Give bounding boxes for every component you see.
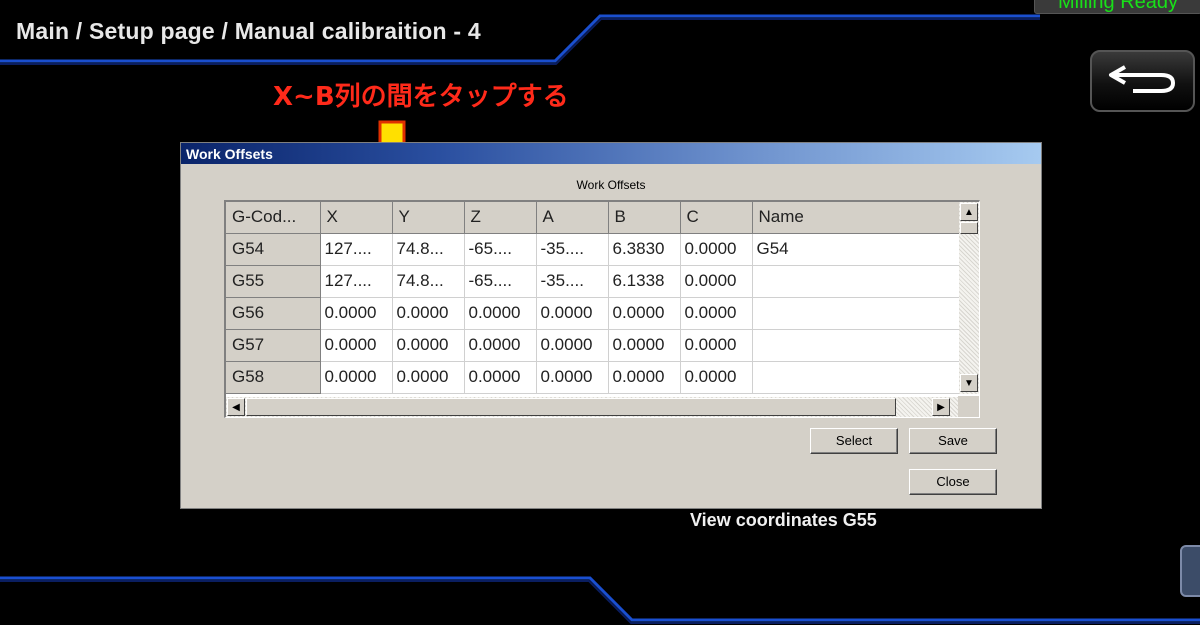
table-cell[interactable]: G54 — [752, 233, 960, 266]
table-cell[interactable]: -35.... — [536, 233, 609, 266]
table-cell[interactable]: 0.0000 — [680, 297, 753, 330]
table-cell[interactable]: 74.8... — [392, 265, 465, 298]
row-header[interactable]: G54 — [226, 233, 321, 266]
table-cell[interactable]: 127.... — [320, 233, 393, 266]
breadcrumb: Main / Setup page / Manual calibraition … — [16, 18, 481, 44]
annotation-text: X~B列の間をタップする — [273, 82, 569, 112]
row-header[interactable]: G55 — [226, 265, 321, 298]
table-cell[interactable]: 74.8... — [392, 233, 465, 266]
column-header-y[interactable]: Y — [392, 202, 465, 234]
table-row[interactable]: G58 0.0000 0.0000 0.0000 0.0000 0.0000 0… — [226, 361, 960, 394]
scrollbar-corner — [958, 396, 979, 417]
column-header-b[interactable]: B — [608, 202, 681, 234]
column-header-a[interactable]: A — [536, 202, 609, 234]
horizontal-scrollbar[interactable]: ◀ ▶ — [226, 397, 959, 417]
select-button[interactable]: Select — [810, 428, 898, 454]
table-cell[interactable]: 0.0000 — [608, 361, 681, 394]
triangle-down-icon: ▼ — [964, 377, 974, 389]
table-cell[interactable]: 0.0000 — [680, 329, 753, 362]
scroll-right-button[interactable]: ▶ — [932, 398, 950, 416]
table-cell[interactable]: 0.0000 — [320, 297, 393, 330]
table-row[interactable]: G56 0.0000 0.0000 0.0000 0.0000 0.0000 0… — [226, 297, 960, 330]
table-cell[interactable] — [752, 265, 960, 298]
header-row: G-Cod... X Y Z A B C Name — [226, 202, 960, 234]
vertical-scroll-thumb[interactable] — [960, 222, 978, 234]
scroll-left-button[interactable]: ◀ — [227, 398, 245, 416]
side-tab[interactable] — [1180, 545, 1200, 597]
table-cell[interactable]: 0.0000 — [536, 329, 609, 362]
table-cell[interactable] — [752, 297, 960, 330]
table-cell[interactable]: 0.0000 — [536, 297, 609, 330]
table-cell[interactable]: 0.0000 — [608, 329, 681, 362]
offsets-grid[interactable]: G-Cod... X Y Z A B C Name G54 127.... 74… — [224, 200, 980, 418]
view-coordinates-label: View coordinates G55 — [690, 510, 877, 530]
back-button[interactable] — [1090, 50, 1195, 112]
triangle-left-icon: ◀ — [232, 401, 240, 413]
table-cell[interactable]: 0.0000 — [608, 297, 681, 330]
table-cell[interactable]: 0.0000 — [392, 297, 465, 330]
table-cell[interactable]: 0.0000 — [536, 361, 609, 394]
table-cell[interactable]: 0.0000 — [464, 361, 537, 394]
triangle-up-icon: ▲ — [964, 206, 974, 218]
scroll-down-button[interactable]: ▼ — [960, 374, 978, 392]
table-cell[interactable]: 6.3830 — [608, 233, 681, 266]
row-header[interactable]: G56 — [226, 297, 321, 330]
table-cell[interactable]: 0.0000 — [320, 329, 393, 362]
table-cell[interactable]: 0.0000 — [464, 329, 537, 362]
table-cell[interactable]: 0.0000 — [680, 361, 753, 394]
scroll-up-button[interactable]: ▲ — [960, 203, 978, 221]
close-button[interactable]: Close — [909, 469, 997, 495]
row-header[interactable]: G57 — [226, 329, 321, 362]
table-cell[interactable]: 0.0000 — [392, 329, 465, 362]
save-button[interactable]: Save — [909, 428, 997, 454]
offsets-table: G-Cod... X Y Z A B C Name G54 127.... 74… — [226, 202, 960, 394]
table-cell[interactable]: 0.0000 — [680, 233, 753, 266]
table-row[interactable]: G55 127.... 74.8... -65.... -35.... 6.13… — [226, 265, 960, 298]
table-cell[interactable]: 0.0000 — [464, 297, 537, 330]
triangle-right-icon: ▶ — [937, 401, 945, 413]
dialog-title: Work Offsets — [181, 143, 1041, 164]
table-cell[interactable]: 0.0000 — [392, 361, 465, 394]
status-badge: Milling Ready — [1034, 0, 1200, 14]
table-cell[interactable]: 0.0000 — [320, 361, 393, 394]
column-header-x[interactable]: X — [320, 202, 393, 234]
row-header[interactable]: G58 — [226, 361, 321, 394]
back-arrow-icon — [1103, 59, 1183, 104]
table-cell[interactable]: -35.... — [536, 265, 609, 298]
table-row[interactable]: G57 0.0000 0.0000 0.0000 0.0000 0.0000 0… — [226, 329, 960, 362]
column-header-z[interactable]: Z — [464, 202, 537, 234]
table-cell[interactable]: 0.0000 — [680, 265, 753, 298]
table-cell[interactable] — [752, 329, 960, 362]
table-cell[interactable] — [752, 361, 960, 394]
work-offsets-dialog: Work Offsets Work Offsets G-Cod... X Y Z… — [180, 142, 1042, 509]
table-cell[interactable]: 127.... — [320, 265, 393, 298]
table-cell[interactable]: -65.... — [464, 233, 537, 266]
column-header-c[interactable]: C — [680, 202, 753, 234]
table-row[interactable]: G54 127.... 74.8... -65.... -35.... 6.38… — [226, 233, 960, 266]
column-header-name[interactable]: Name — [752, 202, 960, 234]
table-cell[interactable]: -65.... — [464, 265, 537, 298]
group-label: Work Offsets — [576, 178, 646, 192]
horizontal-scroll-thumb[interactable] — [246, 398, 896, 416]
vertical-scrollbar[interactable]: ▲ ▼ — [959, 202, 979, 394]
table-cell[interactable]: 6.1338 — [608, 265, 681, 298]
column-header-gcode[interactable]: G-Cod... — [226, 202, 321, 234]
